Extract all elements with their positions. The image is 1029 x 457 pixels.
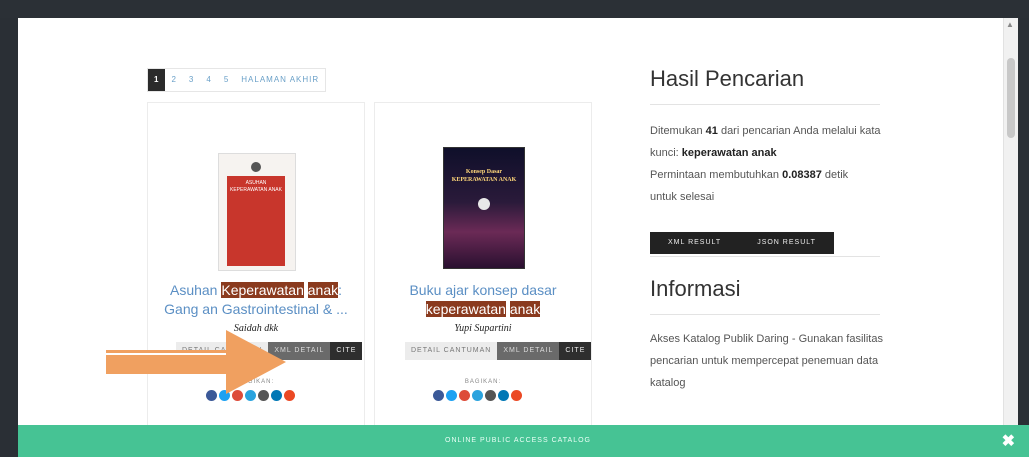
close-icon[interactable]: ✖ <box>1002 431 1015 451</box>
cite-button[interactable]: CITE <box>559 342 592 360</box>
results-summary: Ditemukan 41 dari pencarian Anda melalui… <box>650 125 881 203</box>
book-cover[interactable]: Konsep Dasar KEPERAWATAN ANAK <box>443 147 525 269</box>
annotation-arrow-icon <box>106 330 286 394</box>
stumbleupon-icon[interactable] <box>511 390 522 401</box>
reddit-icon[interactable] <box>485 390 496 401</box>
footer-title: ONLINE PUBLIC ACCESS CATALOG <box>445 437 591 444</box>
info-heading: Informasi <box>650 276 741 301</box>
last-page-link[interactable]: HALAMAN AKHIR <box>235 69 325 91</box>
page-3[interactable]: 3 <box>183 69 200 91</box>
search-results-modal: ▲ 1 2 3 4 5 HALAMAN AKHIR ASUHAN KEPERAW… <box>18 18 1018 457</box>
facebook-icon[interactable] <box>433 390 444 401</box>
emblem-icon <box>251 162 261 172</box>
cite-button[interactable]: CITE <box>330 342 363 360</box>
book-title-link[interactable]: Asuhan Keperawatan anak: Gang an Gastroi… <box>148 281 364 319</box>
page-4[interactable]: 4 <box>200 69 217 91</box>
info-text: Akses Katalog Publik Daring - Gunakan fa… <box>650 333 883 389</box>
twitter-icon[interactable] <box>446 390 457 401</box>
book-card: Konsep Dasar KEPERAWATAN ANAK Buku ajar … <box>374 102 592 434</box>
page-backdrop <box>0 0 1029 18</box>
linkedin-icon[interactable] <box>498 390 509 401</box>
footer-bar: ONLINE PUBLIC ACCESS CATALOG ✖ <box>18 425 1029 457</box>
divider <box>650 314 880 315</box>
emblem-icon <box>478 198 490 210</box>
divider <box>650 104 880 105</box>
telegram-icon[interactable] <box>472 390 483 401</box>
divider <box>650 256 880 257</box>
cover-title: Konsep Dasar KEPERAWATAN ANAK <box>451 169 517 183</box>
page-5[interactable]: 5 <box>218 69 235 91</box>
book-cover[interactable]: ASUHAN KEPERAWATAN ANAK <box>218 153 296 271</box>
page-2[interactable]: 2 <box>165 69 182 91</box>
detail-button[interactable]: DETAIL CANTUMAN <box>405 342 498 360</box>
google-plus-icon[interactable] <box>459 390 470 401</box>
share-label: BAGIKAN: <box>464 379 502 385</box>
scroll-thumb[interactable] <box>1007 58 1015 138</box>
results-heading: Hasil Pencarian <box>650 66 805 91</box>
json-result-button[interactable]: JSON RESULT <box>739 232 834 254</box>
card-actions: DETAIL CANTUMAN XML DETAIL CITE <box>405 342 592 360</box>
page-1[interactable]: 1 <box>148 69 166 91</box>
scroll-up-icon[interactable]: ▲ <box>1006 20 1014 29</box>
book-author: Yupi Supartini <box>454 323 512 334</box>
xml-result-button[interactable]: XML RESULT <box>650 232 739 254</box>
book-title-link[interactable]: Buku ajar konsep dasar keperawatan anak <box>375 281 591 319</box>
cover-title: ASUHAN KEPERAWATAN ANAK <box>230 180 282 193</box>
pagination: 1 2 3 4 5 HALAMAN AKHIR <box>147 68 327 92</box>
scrollbar[interactable]: ▲ <box>1003 18 1018 457</box>
share-icons <box>433 390 522 401</box>
xml-detail-button[interactable]: XML DETAIL <box>497 342 560 360</box>
result-export-buttons: XML RESULT JSON RESULT <box>650 232 834 254</box>
